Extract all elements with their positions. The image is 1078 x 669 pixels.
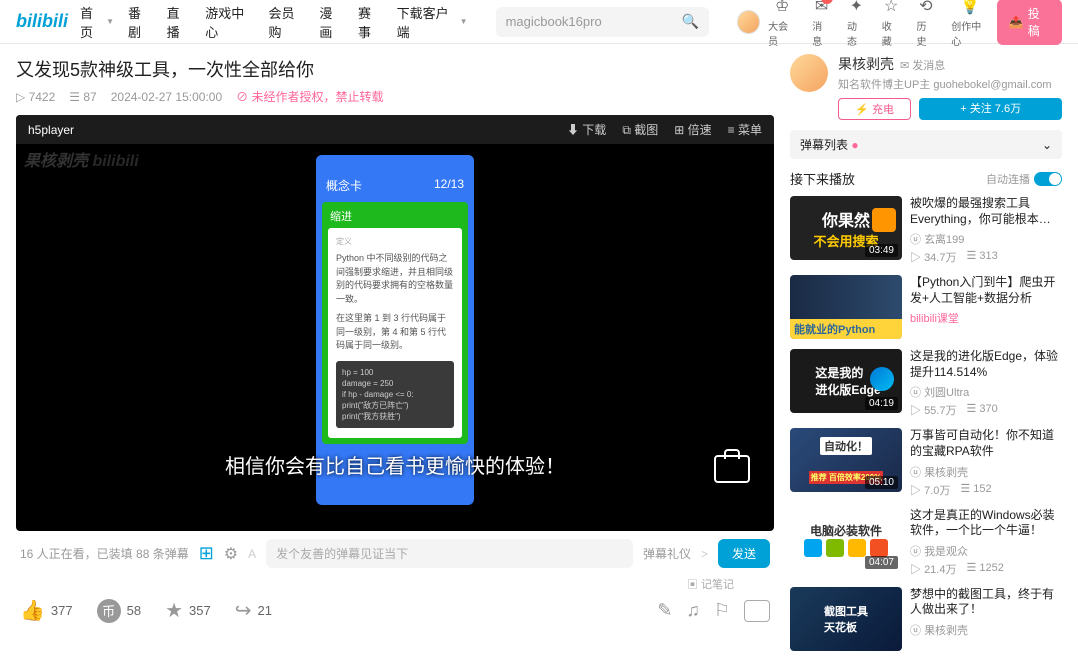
nav-download[interactable]: 下载客户端▼ [397,3,468,41]
danmaku-list-toggle[interactable]: 弹幕列表 ● ⌄ [790,130,1062,159]
danmaku-bar: 16 人正在看，已装填 88 条弹幕 ⊞ ⚙ A 发个友善的弹幕见证当下 弹幕礼… [16,531,774,576]
message-icon[interactable]: ✉1消息 [812,0,831,48]
chevron-down-icon: ⌄ [1042,138,1052,152]
danmaku-toggle-icon[interactable]: ⊞ [199,543,214,564]
note-link[interactable]: ▣ 记笔记 [16,576,774,592]
video-meta: ▷ 7422 ☰ 87 2024-02-27 15:00:00 ⊘ 未经作者授权… [16,88,774,105]
dynamic-icon[interactable]: ✦动态 [847,0,866,48]
send-message[interactable]: ✉ 发消息 [900,60,945,72]
danmaku-count: ☰ 87 [69,90,96,104]
watermark: 果核剥壳 bilibili [24,147,139,171]
screenshot-btn[interactable]: ⧉ 截图 [622,121,658,138]
view-count: ▷ 7422 [16,90,55,104]
player-name: h5player [28,123,74,137]
nav-home[interactable]: 首页▼ [80,3,114,41]
video-title: 又发现5款神级工具，一次性全部给你 [16,56,774,82]
send-danmaku-button[interactable]: 发送 [718,539,770,568]
reco-item[interactable]: 你果然不会用搜索03:49 被吹爆的最强搜索工具Everything，你可能根本… [790,196,1062,265]
danmaku-etiquette[interactable]: 弹幕礼仪 [643,545,691,562]
share-button[interactable]: ↪21 [235,598,272,623]
danmaku-input[interactable]: 发个友善的弹幕见证当下 [266,539,633,568]
edit-icon[interactable]: ✎ [657,600,672,622]
list-icon[interactable]: ♫ [686,600,700,622]
bot-icon[interactable] [744,600,770,622]
nav-links: 首页▼ 番剧 直播 游戏中心 会员购 漫画 赛事 下载客户端▼ [80,3,468,41]
charge-button[interactable]: ⚡ 充电 [838,98,911,120]
search-icon[interactable]: 🔍 [682,13,699,30]
player-topbar: h5player ⬇ 下载 ⧉ 截图 ⊞ 倍速 ≡ 菜单 [16,115,774,144]
coin-button[interactable]: 币58 [97,599,141,623]
reco-item[interactable]: 电脑必装软件04:07 这才是真正的Windows必装软件，一个比一个牛逼！ⓤ … [790,508,1062,577]
vip-icon[interactable]: ♔大会员 [768,0,796,48]
download-btn[interactable]: ⬇ 下载 [567,121,606,138]
search-box[interactable]: 🔍 [496,7,709,37]
like-button[interactable]: 👍377 [20,598,73,623]
user-icons: ♔大会员 ✉1消息 ✦动态 ☆收藏 ⟲历史 💡创作中心 [768,0,989,48]
history-icon[interactable]: ⟲历史 [916,0,935,48]
tv-icon [714,455,750,483]
upload-date: 2024-02-27 15:00:00 [111,90,222,104]
nav-game[interactable]: 游戏中心 [205,3,254,41]
nav-anime[interactable]: 番剧 [128,3,153,41]
uploader-name[interactable]: 果核剥壳 [838,56,894,72]
reco-item[interactable]: 能就业的Python 【Python入门到牛】爬虫开发+人工智能+数据分析bil… [790,275,1062,339]
creator-icon[interactable]: 💡创作中心 [951,0,989,48]
favorite-button[interactable]: ★357 [165,598,211,623]
nav-vip[interactable]: 会员购 [268,3,305,41]
user-avatar[interactable] [737,10,760,34]
autoplay-toggle[interactable] [1034,172,1062,186]
watching-count: 16 人正在看，已装填 88 条弹幕 [20,545,189,562]
logo[interactable]: bilibili [16,11,68,32]
copyright-notice: ⊘ 未经作者授权，禁止转载 [236,88,383,105]
up-next-header: 接下来播放 自动连播 [790,169,1062,188]
reco-item[interactable]: 截图工具天花板 梦想中的截图工具，终于有人做出来了！ⓤ 果核剥壳 [790,587,1062,651]
nav-live[interactable]: 直播 [167,3,192,41]
reco-item[interactable]: 自动化！推荐 百倍效率200%05:10 万事皆可自动化！你不知道的宝藏RPA软… [790,428,1062,497]
video-actions: 👍377 币58 ★357 ↪21 ✎ ♫ ⚐ [16,592,774,623]
video-subtitle: 相信你会有比自己看书更愉快的体验！ [16,450,774,479]
danmaku-settings-icon[interactable]: ⚙ [224,544,238,564]
upload-button[interactable]: 📤 投稿 [997,0,1062,45]
top-nav: bilibili 首页▼ 番剧 直播 游戏中心 会员购 漫画 赛事 下载客户端▼… [0,0,1078,44]
search-input[interactable] [506,14,682,29]
nav-manga[interactable]: 漫画 [319,3,344,41]
uploader-sig: 知名软件博主UP主 guohebokel@gmail.com [838,76,1062,92]
flag-icon[interactable]: ⚐ [714,600,730,622]
menu-btn[interactable]: ≡ 菜单 [728,121,762,138]
uploader-info: 果核剥壳 ✉ 发消息 知名软件博主UP主 guohebokel@gmail.com… [790,52,1062,130]
reco-item[interactable]: 这是我的进化版Edge04:19 这是我的进化版Edge，体验提升114.514… [790,349,1062,418]
speed-btn[interactable]: ⊞ 倍速 [674,121,711,138]
follow-button[interactable]: + 关注 7.6万 [919,98,1062,120]
video-player[interactable]: h5player ⬇ 下载 ⧉ 截图 ⊞ 倍速 ≡ 菜单 果核剥壳 bilibi… [16,115,774,531]
fav-icon[interactable]: ☆收藏 [882,0,901,48]
uploader-avatar[interactable] [790,54,828,92]
nav-match[interactable]: 赛事 [358,3,383,41]
